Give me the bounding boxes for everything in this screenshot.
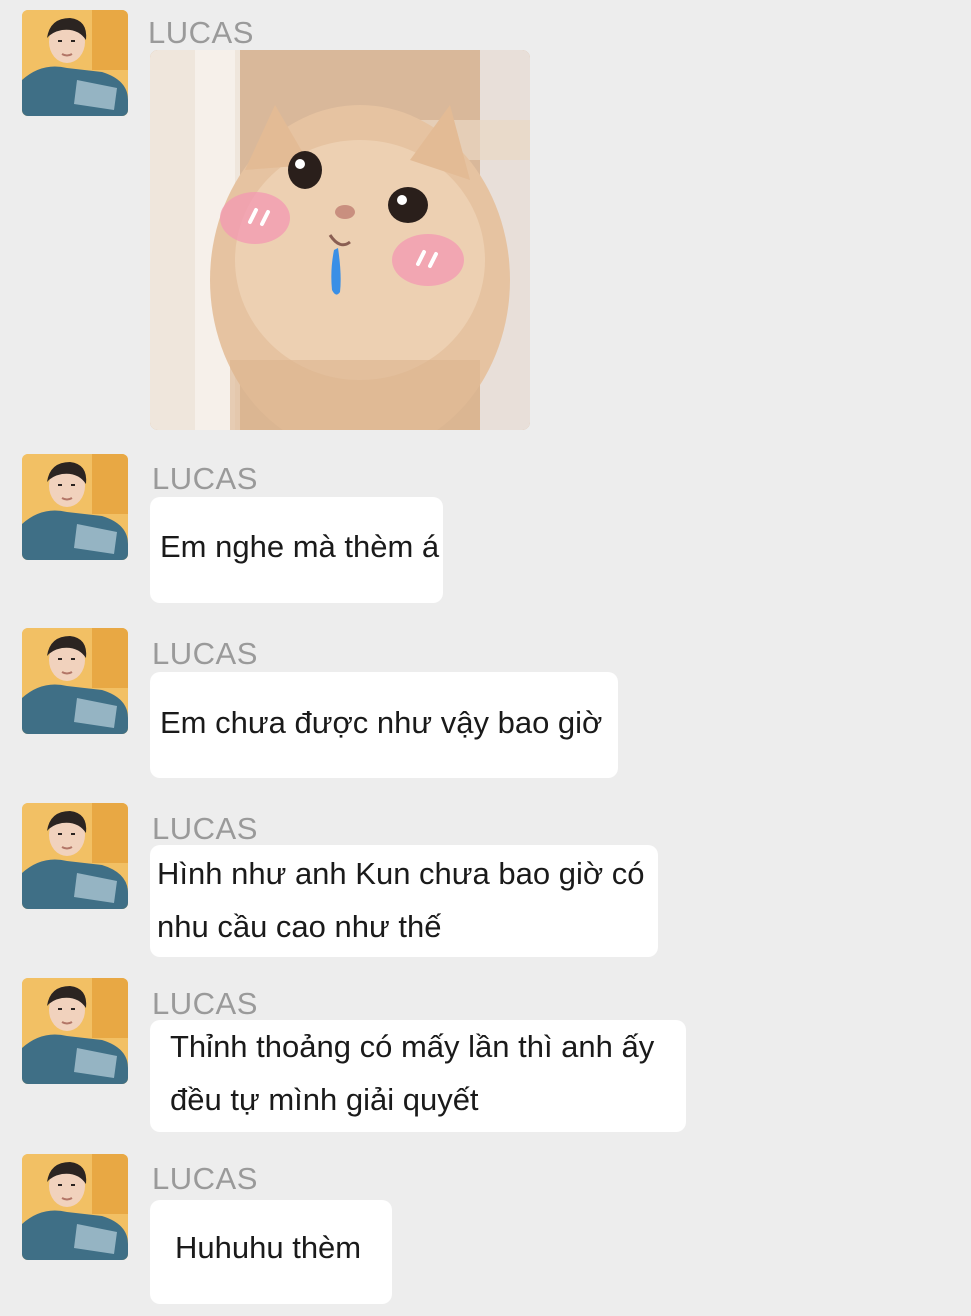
avatar-icon (22, 628, 128, 734)
avatar[interactable] (22, 803, 128, 909)
avatar-icon (22, 803, 128, 909)
avatar[interactable] (22, 1154, 128, 1260)
sender-name: LUCAS (148, 15, 254, 50)
message-row: LUCAS Thỉnh thoảng có mấy lần thì anh ấy… (0, 970, 971, 1140)
message-bubble[interactable]: Huhuhu thèm (150, 1200, 392, 1304)
message-text: Em chưa được như vậy bao giờ (160, 705, 603, 740)
avatar-icon (22, 1154, 128, 1260)
message-text-line: Hình như anh Kun chưa bao giờ có (157, 856, 645, 891)
message-bubble[interactable]: Hình như anh Kun chưa bao giờ có nhu cầu… (150, 845, 658, 957)
message-row: LUCAS Huhuhu thèm (0, 1145, 971, 1316)
message-text-line: Thỉnh thoảng có mấy lần thì anh ấy (170, 1029, 655, 1064)
sender-name: LUCAS (152, 461, 258, 496)
avatar-icon (22, 454, 128, 560)
message-text: Huhuhu thèm (175, 1230, 362, 1265)
message-row: LUCAS Em nghe mà thèm á (0, 445, 971, 615)
sender-name: LUCAS (152, 811, 258, 846)
message-text-line: nhu cầu cao như thế (157, 909, 442, 944)
cat-sticker-image (150, 50, 530, 430)
message-bubble[interactable]: Em nghe mà thèm á (150, 497, 443, 603)
avatar-icon (22, 10, 128, 116)
avatar[interactable] (22, 10, 128, 116)
sender-name: LUCAS (152, 986, 258, 1021)
message-text: Em nghe mà thèm á (160, 529, 440, 564)
message-row: LUCAS Hình như anh Kun chưa bao giờ có n… (0, 795, 971, 965)
avatar[interactable] (22, 978, 128, 1084)
avatar-icon (22, 978, 128, 1084)
message-row: LUCAS (0, 0, 971, 440)
sender-name: LUCAS (152, 636, 258, 671)
image-message[interactable] (150, 50, 530, 430)
message-bubble[interactable]: Em chưa được như vậy bao giờ (150, 672, 618, 778)
chat-screen: { "chat": { "messages": [ { "sender": "L… (0, 0, 971, 1316)
message-bubble[interactable]: Thỉnh thoảng có mấy lần thì anh ấy đều t… (150, 1020, 686, 1132)
message-row: LUCAS Em chưa được như vậy bao giờ (0, 620, 971, 790)
avatar[interactable] (22, 628, 128, 734)
avatar[interactable] (22, 454, 128, 560)
sender-name: LUCAS (152, 1161, 258, 1196)
message-text-line: đều tự mình giải quyết (170, 1082, 479, 1117)
